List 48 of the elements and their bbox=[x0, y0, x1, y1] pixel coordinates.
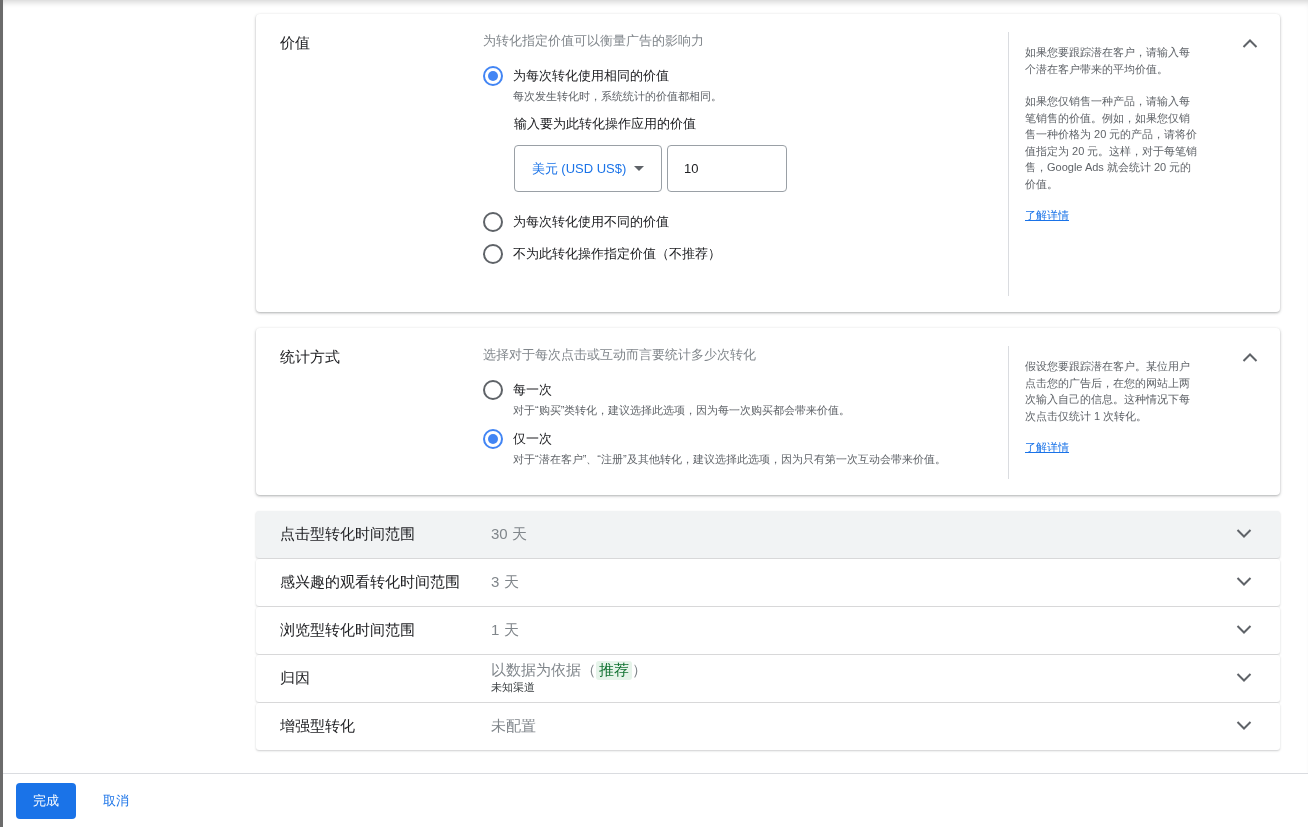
section-description: 选择对于每次点击或互动而言要统计多少次转化 bbox=[483, 346, 757, 364]
amount-input-field[interactable]: 10 bbox=[667, 145, 787, 193]
value-input-label: 输入要为此转化操作应用的价值 bbox=[514, 115, 697, 134]
section-value: 30 天 bbox=[491, 524, 527, 544]
collapsed-section-row[interactable]: 浏览型转化时间范围 1 天 bbox=[256, 606, 1280, 654]
radio-button[interactable] bbox=[483, 244, 503, 265]
learn-more-link[interactable]: 了解详情 bbox=[1025, 208, 1069, 223]
option-hint: 每次发生转化时，系统统计的价值都相同。 bbox=[513, 89, 722, 104]
section-title: 价值 bbox=[280, 33, 311, 53]
radio-button[interactable] bbox=[483, 66, 503, 86]
radio-button[interactable] bbox=[483, 380, 503, 400]
learn-more-link[interactable]: 了解详情 bbox=[1025, 440, 1069, 455]
option-hint: 对于“购买”类转化，建议选择此选项，因为每一次购买都会带来价值。 bbox=[513, 403, 851, 418]
done-button[interactable]: 完成 bbox=[16, 782, 76, 819]
section-subvalue: 未知渠道 bbox=[491, 680, 536, 696]
section-value: 3 天 bbox=[491, 572, 519, 592]
section-value: ） bbox=[632, 661, 647, 681]
radio-button[interactable] bbox=[483, 212, 503, 233]
help-text: 如果您仅销售一种产品，请输入每笔销售的价值。例如，如果您仅销售一种价格为 20 元的产品，请将价值指定为 20 元。这样，对于每笔销售，Google Ads 就会统计 20 元的价值。 bbox=[1025, 94, 1199, 192]
chevron-up-icon[interactable] bbox=[1242, 38, 1258, 48]
section-title: 点击型转化时间范围 bbox=[280, 524, 416, 544]
option-hint: 对于“潜在客户”、“注册”及其他转化，建议选择此选项，因为只有第一次互动会带来价值。 bbox=[513, 452, 946, 467]
section-title: 增强型转化 bbox=[280, 716, 356, 736]
chevron-up-icon[interactable] bbox=[1242, 352, 1258, 362]
option-label: 不为此转化操作指定价值（不推荐） bbox=[513, 245, 721, 264]
cancel-button[interactable]: 取消 bbox=[86, 782, 146, 819]
section-title: 归因 bbox=[280, 668, 311, 688]
currency-dropdown[interactable]: 美元 (USD US$) bbox=[514, 145, 662, 193]
collapsed-section-row[interactable]: 点击型转化时间范围 30 天 bbox=[256, 510, 1280, 558]
option-label: 为每次转化使用不同的价值 bbox=[513, 213, 669, 232]
section-title: 感兴趣的观看转化时间范围 bbox=[280, 572, 461, 592]
section-value: 未配置 bbox=[491, 716, 536, 736]
section-description: 为转化指定价值可以衡量广告的影响力 bbox=[483, 32, 705, 50]
section-value: 以数据为依据（ bbox=[491, 661, 596, 681]
section-title: 统计方式 bbox=[280, 347, 341, 367]
section-title: 浏览型转化时间范围 bbox=[280, 620, 416, 640]
collapsed-section-row[interactable]: 归因 以数据为依据（ 推荐 ） 未知渠道 bbox=[256, 654, 1280, 702]
radio-button[interactable] bbox=[483, 429, 503, 450]
option-label: 仅一次 bbox=[513, 430, 553, 449]
recommended-badge: 推荐 bbox=[596, 661, 632, 681]
option-label: 为每次转化使用相同的价值 bbox=[513, 67, 670, 85]
collapsed-section-row[interactable]: 增强型转化 未配置 bbox=[256, 702, 1280, 750]
help-text: 假设您要跟踪潜在客户。某位用户点击您的广告后，在您的网站上两次输入自己的信息。这种情况下每次点击仅统计 1 次转化。 bbox=[1025, 359, 1191, 424]
option-label: 每一次 bbox=[513, 381, 553, 399]
collapsed-section-row[interactable]: 感兴趣的观看转化时间范围 3 天 bbox=[256, 558, 1280, 606]
caret-icon bbox=[634, 166, 645, 172]
help-text: 如果您要跟踪潜在客户，请输入每个潜在客户带来的平均价值。 bbox=[1025, 45, 1191, 77]
section-value: 1 天 bbox=[491, 620, 519, 640]
